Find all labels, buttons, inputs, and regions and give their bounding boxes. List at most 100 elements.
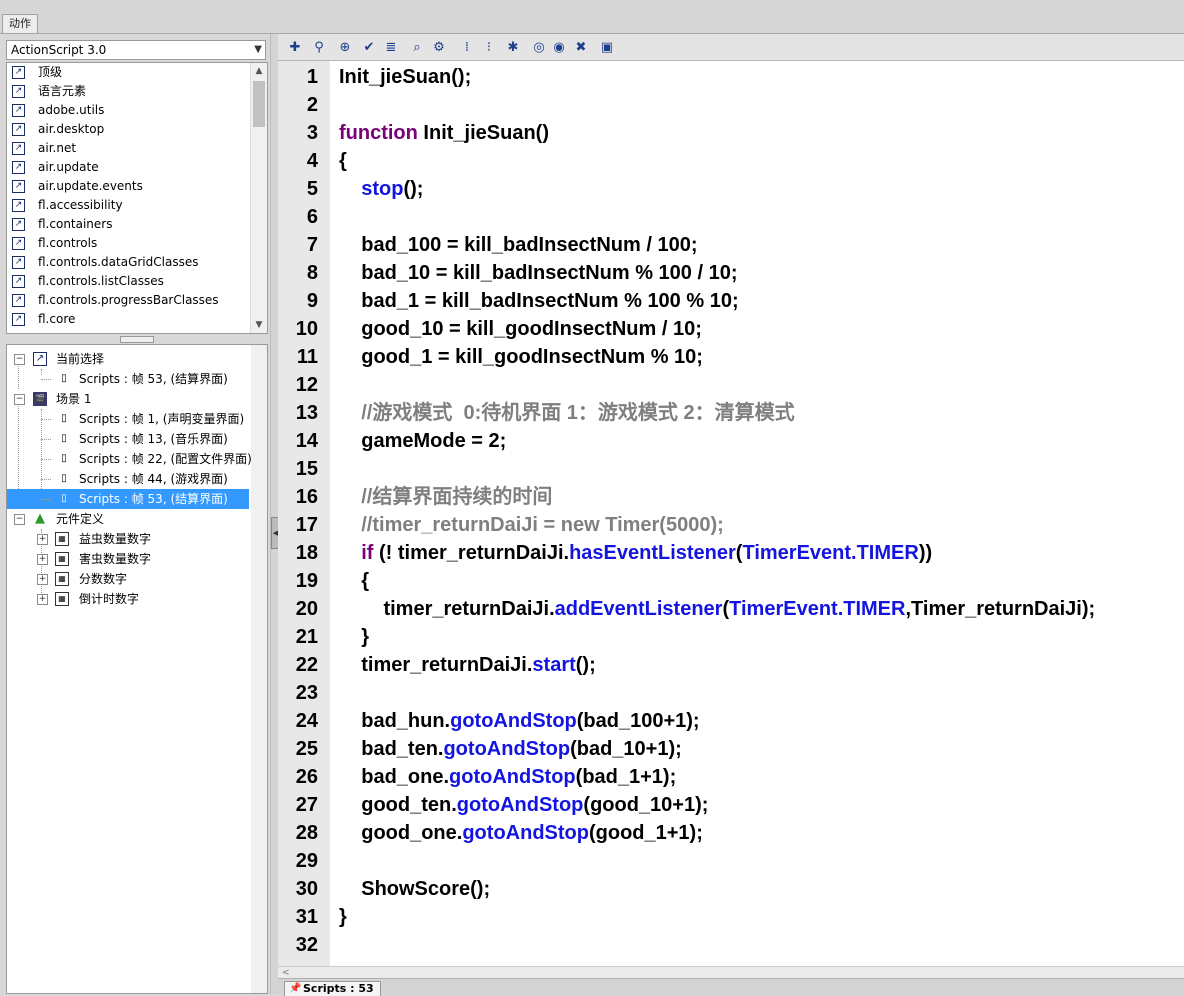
scroll-down-icon[interactable]: ▼ xyxy=(251,317,267,333)
code-function: hasEventListener xyxy=(569,542,736,564)
package-item[interactable]: ↗ fl.controls.listClasses xyxy=(7,272,253,291)
line-number: 21 xyxy=(295,626,318,648)
script-editor[interactable]: 1 2 3 4 5 6 7 8 9 10 11 12 13 14 15 16 17 18 19 20 21 22 23 24 2… xyxy=(278,61,1184,966)
code-line[interactable]: bad_hun.gotoAndStop(bad_100+1); xyxy=(339,707,700,735)
tree-item-symbol-definitions[interactable]: − ▲ 元件定义 xyxy=(11,509,251,529)
tree-item-scene-script[interactable]: ▯ Scripts : 帧 53, (结算界面) xyxy=(7,489,249,509)
collapse-icon[interactable]: − xyxy=(14,354,25,365)
code-text: gameMode = 2; xyxy=(339,430,507,452)
code-line[interactable]: good_1 = kill_goodInsectNum % 10; xyxy=(339,343,703,371)
show-code-hint-icon[interactable]: ⌕ xyxy=(408,38,426,56)
collapse-icon[interactable]: − xyxy=(14,514,25,525)
tree-item-scene[interactable]: − 🎬 场景 1 xyxy=(11,389,251,409)
code-line[interactable]: //游戏模式 0:待机界面 1：游戏模式 2：清算模式 xyxy=(339,399,794,427)
apply-block-comment-icon[interactable]: ◎ xyxy=(530,38,548,56)
code-line[interactable]: stop(); xyxy=(339,175,423,203)
check-syntax-icon[interactable]: ✔ xyxy=(360,38,378,56)
package-item[interactable]: ↗ fl.controls.progressBarClasses xyxy=(7,291,253,310)
add-statement-icon[interactable]: ✚ xyxy=(286,38,304,56)
code-line[interactable]: ShowScore(); xyxy=(339,875,490,903)
package-item[interactable]: ↗ fl.controls.dataGridClasses xyxy=(7,253,253,272)
code-line[interactable]: bad_10 = kill_badInsectNum % 100 / 10; xyxy=(339,259,738,287)
tree-item-scene-script[interactable]: ▯ Scripts : 帧 13, (音乐界面) xyxy=(11,429,251,449)
package-item[interactable]: ↗ air.net xyxy=(7,139,253,158)
code-line[interactable]: if (! timer_returnDaiJi.hasEventListener… xyxy=(339,539,932,567)
tree-item-current-selection[interactable]: − ↗ 当前选择 xyxy=(11,349,251,369)
tree-scrollbar[interactable] xyxy=(251,345,267,993)
package-label: 语言元素 xyxy=(38,84,87,98)
language-select[interactable]: ActionScript 3.0 ▼ xyxy=(6,40,266,60)
show-hide-toolbox-icon[interactable]: ▣ xyxy=(598,38,616,56)
script-icon: ▯ xyxy=(61,413,67,424)
code-line[interactable]: } xyxy=(339,903,347,931)
code-line[interactable]: bad_1 = kill_badInsectNum % 100 % 10; xyxy=(339,287,738,315)
remove-comment-icon[interactable]: ✖ xyxy=(572,38,590,56)
code-line[interactable]: //结算界面持续的时间 xyxy=(339,483,552,511)
code-line[interactable]: { xyxy=(339,567,369,595)
package-item[interactable]: ↗ 顶级 xyxy=(7,63,253,82)
tree-item-symbol[interactable]: + ▦ 害虫数量数字 xyxy=(11,549,251,569)
scroll-up-icon[interactable]: ▲ xyxy=(251,63,267,79)
package-item[interactable]: ↗ 语言元素 xyxy=(7,82,253,101)
code-text: good_10 = kill_goodInsectNum / 10; xyxy=(339,318,702,340)
code-text: (bad_100+1); xyxy=(576,710,700,732)
tree-item-symbol[interactable]: + ▦ 倒计时数字 xyxy=(11,589,251,609)
code-line[interactable]: bad_one.gotoAndStop(bad_1+1); xyxy=(339,763,676,791)
code-line[interactable]: Init_jieSuan(); xyxy=(339,63,471,91)
code-line[interactable]: function Init_jieSuan() xyxy=(339,119,549,147)
code-function: gotoAndStop xyxy=(449,766,576,788)
expand-all-icon[interactable]: ✱ xyxy=(504,38,522,56)
package-item[interactable]: ↗ air.update xyxy=(7,158,253,177)
find-icon[interactable]: ⚲ xyxy=(310,38,328,56)
code-line[interactable]: gameMode = 2; xyxy=(339,427,506,455)
package-item[interactable]: ↗ fl.accessibility xyxy=(7,196,253,215)
code-line[interactable]: good_one.gotoAndStop(good_1+1); xyxy=(339,819,703,847)
package-list-scrollbar[interactable]: ▲ ▼ xyxy=(250,63,267,333)
code-text: { xyxy=(339,570,370,592)
apply-line-comment-icon[interactable]: ◉ xyxy=(550,38,568,56)
panel-splitter[interactable] xyxy=(0,334,270,344)
collapse-selection-icon[interactable]: ⁝ xyxy=(480,38,498,56)
auto-format-icon[interactable]: ≣ xyxy=(382,38,400,56)
code-line[interactable]: { xyxy=(339,147,347,175)
scroll-thumb[interactable] xyxy=(253,81,265,127)
code-line[interactable]: bad_100 = kill_badInsectNum / 100; xyxy=(339,231,697,259)
code-line[interactable]: //timer_returnDaiJi = new Timer(5000); xyxy=(339,511,724,539)
code-function: addEventListener xyxy=(554,598,723,620)
package-label: fl.controls.progressBarClasses xyxy=(38,293,219,307)
expand-icon[interactable]: + xyxy=(37,574,48,585)
code-text: bad_10 = kill_badInsectNum % 100 / 10; xyxy=(339,262,738,284)
code-line[interactable]: timer_returnDaiJi.start(); xyxy=(339,651,596,679)
expand-icon[interactable]: + xyxy=(37,594,48,605)
tree-item-scene-script[interactable]: ▯ Scripts : 帧 22, (配置文件界面) xyxy=(11,449,252,469)
tree-item-label: Scripts : 帧 13, (音乐界面) xyxy=(79,432,228,446)
package-item[interactable]: ↗ air.desktop xyxy=(7,120,253,139)
package-item[interactable]: ↗ fl.core xyxy=(7,310,253,329)
debug-options-icon[interactable]: ⚙ xyxy=(430,38,448,56)
package-item[interactable]: ↗ adobe.utils xyxy=(7,101,253,120)
tree-item-symbol[interactable]: + ▦ 益虫数量数字 xyxy=(11,529,251,549)
expand-icon[interactable]: + xyxy=(37,534,48,545)
package-item[interactable]: ↗ fl.controls xyxy=(7,234,253,253)
chevron-down-icon[interactable]: ▼ xyxy=(254,41,262,59)
line-number: 8 xyxy=(306,262,318,284)
code-line[interactable]: timer_returnDaiJi.addEventListener(Timer… xyxy=(339,595,1095,623)
tree-item-current-script[interactable]: ▯ Scripts : 帧 53, (结算界面) xyxy=(11,369,251,389)
splitter-grip[interactable] xyxy=(120,336,154,343)
insert-target-path-icon[interactable]: ⊕ xyxy=(336,38,354,56)
code-line[interactable]: bad_ten.gotoAndStop(bad_10+1); xyxy=(339,735,682,763)
expand-icon[interactable]: + xyxy=(37,554,48,565)
tree-line xyxy=(41,379,51,380)
actions-panel-tab[interactable]: 动作 xyxy=(2,14,38,33)
tree-item-scene-script[interactable]: ▯ Scripts : 帧 1, (声明变量界面) xyxy=(11,409,251,429)
tree-item-symbol[interactable]: + ▦ 分数数字 xyxy=(11,569,251,589)
code-line[interactable]: } xyxy=(339,623,369,651)
collapse-icon[interactable]: − xyxy=(14,394,25,405)
package-item[interactable]: ↗ fl.containers xyxy=(7,215,253,234)
tree-item-scene-script[interactable]: ▯ Scripts : 帧 44, (游戏界面) xyxy=(11,469,251,489)
collapse-between-braces-icon[interactable]: ⁞ xyxy=(458,38,476,56)
code-line[interactable]: good_ten.gotoAndStop(good_10+1); xyxy=(339,791,708,819)
package-item[interactable]: ↗ air.update.events xyxy=(7,177,253,196)
code-line[interactable]: good_10 = kill_goodInsectNum / 10; xyxy=(339,315,702,343)
tree-item-label: Scripts : 帧 22, (配置文件界面) xyxy=(79,452,252,466)
